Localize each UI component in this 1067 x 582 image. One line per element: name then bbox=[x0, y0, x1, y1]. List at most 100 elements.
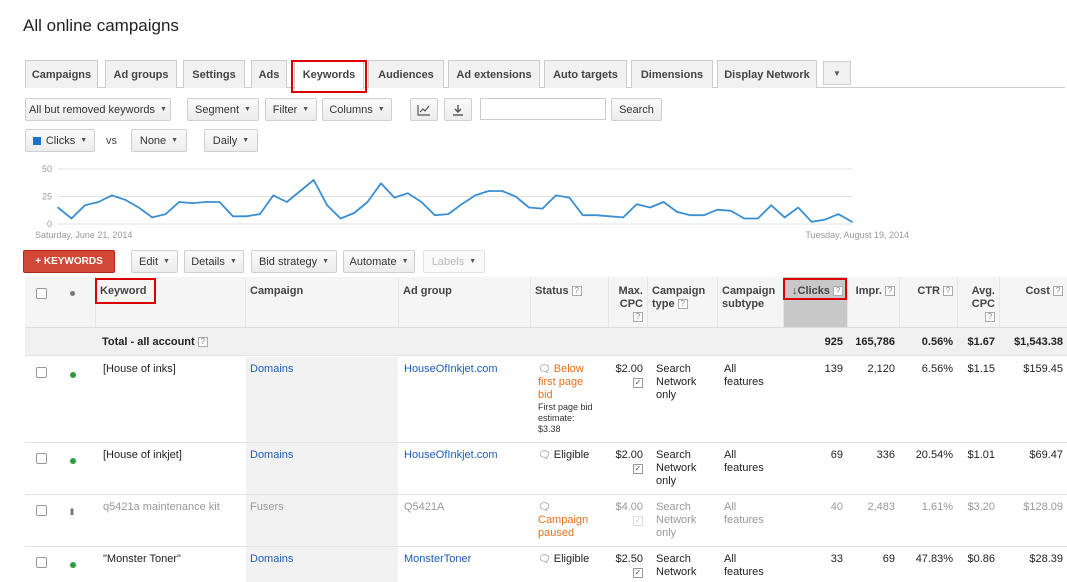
clicks-data-point[interactable] bbox=[111, 194, 113, 197]
clicks-data-point[interactable] bbox=[380, 182, 382, 185]
ad-group-cell[interactable]: MonsterToner bbox=[400, 547, 530, 582]
clicks-data-point[interactable] bbox=[743, 217, 746, 220]
cost-column-header[interactable]: Cost ? bbox=[999, 277, 1067, 327]
ad-group-link[interactable]: Q5421A bbox=[404, 501, 444, 513]
campaign-link[interactable]: Domains bbox=[250, 553, 293, 565]
ad-group-link[interactable]: HouseOfInkjet.com bbox=[404, 449, 498, 461]
clicks-data-point[interactable] bbox=[339, 217, 342, 220]
clicks-data-point[interactable] bbox=[447, 213, 450, 215]
campaign-subtype-column-header[interactable]: Campaign subtype bbox=[717, 277, 783, 327]
campaign-cell[interactable]: Fusers bbox=[246, 495, 398, 546]
ctr-column-header[interactable]: CTR ? bbox=[899, 277, 957, 327]
details-dropdown[interactable]: Details ▼ bbox=[184, 250, 244, 273]
clicks-data-point[interactable] bbox=[649, 206, 651, 209]
clicks-data-point[interactable] bbox=[285, 201, 288, 203]
automate-dropdown[interactable]: Automate ▼ bbox=[343, 250, 415, 273]
clicks-data-point[interactable] bbox=[582, 214, 584, 216]
bid-strategy-dropdown[interactable]: Bid strategy ▼ bbox=[251, 250, 337, 273]
clicks-data-point[interactable] bbox=[137, 206, 140, 209]
clicks-data-point[interactable] bbox=[689, 214, 692, 216]
help-icon[interactable]: ? bbox=[571, 286, 582, 297]
clicks-data-point[interactable] bbox=[124, 199, 127, 201]
max-cpc-cell[interactable]: $2.00 ✓ bbox=[608, 443, 647, 494]
ad-group-cell[interactable]: HouseOfInkjet.com bbox=[400, 357, 530, 442]
toggle-graph-button[interactable] bbox=[410, 98, 438, 121]
ad-group-link[interactable]: MonsterToner bbox=[404, 553, 471, 565]
clicks-data-point[interactable] bbox=[716, 208, 719, 211]
status-column-header[interactable]: Status ? bbox=[530, 277, 608, 327]
clicks-data-point[interactable] bbox=[232, 215, 234, 218]
clicks-data-point[interactable] bbox=[326, 204, 328, 207]
campaign-link[interactable]: Fusers bbox=[250, 501, 284, 513]
clicks-data-point[interactable] bbox=[97, 201, 100, 203]
help-icon[interactable]: ? bbox=[943, 286, 953, 297]
ad-group-link[interactable]: HouseOfInkjet.com bbox=[404, 363, 498, 375]
max-cpc-cell[interactable]: $2.50 ✓ bbox=[608, 547, 647, 582]
clicks-data-point[interactable] bbox=[555, 194, 557, 197]
clicks-data-point[interactable] bbox=[353, 212, 355, 214]
tab-keywords[interactable]: Keywords bbox=[291, 60, 367, 93]
clicks-data-point[interactable] bbox=[528, 206, 530, 209]
campaign-column-header[interactable]: Campaign bbox=[245, 277, 398, 327]
filter-dropdown[interactable]: Filter ▼ bbox=[265, 98, 317, 121]
clicks-data-point[interactable] bbox=[407, 192, 409, 194]
search-button[interactable]: Search bbox=[611, 98, 662, 121]
clicks-data-point[interactable] bbox=[312, 179, 315, 181]
max-cpc-cell[interactable]: $2.00 ✓ bbox=[608, 357, 647, 442]
search-input[interactable] bbox=[480, 98, 606, 120]
max-cpc-column-header[interactable]: Max. CPC ? bbox=[608, 277, 647, 327]
clicks-data-point[interactable] bbox=[837, 213, 840, 215]
speech-bubble-icon[interactable]: 🗨 bbox=[538, 554, 551, 565]
clicks-data-point[interactable] bbox=[756, 217, 759, 220]
help-icon[interactable]: ? bbox=[677, 299, 688, 310]
clicks-data-point[interactable] bbox=[487, 190, 490, 192]
add-keywords-button[interactable]: + KEYWORDS bbox=[23, 250, 115, 273]
row-checkbox[interactable] bbox=[36, 367, 47, 378]
clicks-data-point[interactable] bbox=[608, 215, 611, 218]
clicks-data-point[interactable] bbox=[218, 201, 221, 203]
help-icon[interactable]: ? bbox=[1053, 286, 1063, 297]
clicks-data-point[interactable] bbox=[851, 221, 853, 223]
tab-ads[interactable]: Ads bbox=[251, 60, 287, 88]
clicks-data-point[interactable] bbox=[622, 216, 625, 219]
campaign-cell[interactable]: Domains bbox=[246, 357, 398, 442]
more-tabs-button[interactable]: ▼ bbox=[823, 61, 851, 85]
clicks-data-point[interactable] bbox=[635, 203, 638, 205]
campaign-cell[interactable]: Domains bbox=[246, 547, 398, 582]
tab-display-network[interactable]: Display Network bbox=[717, 60, 817, 88]
clicks-data-point[interactable] bbox=[70, 217, 73, 220]
keyword-scope-dropdown[interactable]: All but removed keywords ▼ bbox=[25, 98, 171, 121]
columns-dropdown[interactable]: Columns ▼ bbox=[322, 98, 392, 121]
clicks-data-point[interactable] bbox=[420, 201, 423, 203]
tab-ad-extensions[interactable]: Ad extensions bbox=[448, 60, 540, 88]
clicks-data-point[interactable] bbox=[84, 204, 86, 207]
clicks-data-point[interactable] bbox=[824, 218, 826, 221]
help-icon[interactable]: ? bbox=[633, 312, 643, 323]
clicks-data-point[interactable] bbox=[783, 216, 786, 219]
speech-bubble-icon[interactable]: 🗨 bbox=[538, 450, 551, 461]
clicks-data-point[interactable] bbox=[703, 214, 705, 216]
clicks-data-point[interactable] bbox=[514, 195, 517, 198]
metric1-dropdown[interactable]: Clicks ▼ bbox=[25, 129, 95, 152]
ad-group-cell[interactable]: Q5421A bbox=[400, 495, 530, 546]
tab-ad-groups[interactable]: Ad groups bbox=[105, 60, 177, 88]
clicks-data-point[interactable] bbox=[501, 190, 503, 192]
speech-bubble-icon[interactable]: 🗨 bbox=[538, 502, 551, 513]
clicks-data-point[interactable] bbox=[568, 196, 571, 199]
campaign-type-column-header[interactable]: Campaign type ? bbox=[647, 277, 717, 327]
help-icon[interactable]: ? bbox=[197, 337, 208, 348]
select-all-checkbox[interactable] bbox=[36, 288, 47, 299]
clicks-data-point[interactable] bbox=[205, 201, 207, 203]
max-cpc-cell[interactable]: $4.00 ✓ bbox=[608, 495, 647, 546]
clicks-data-point[interactable] bbox=[164, 213, 167, 215]
clicks-data-point[interactable] bbox=[393, 196, 396, 199]
clicks-data-point[interactable] bbox=[272, 194, 275, 197]
clicks-data-point[interactable] bbox=[730, 210, 732, 212]
clicks-data-point[interactable] bbox=[676, 211, 678, 213]
ad-group-cell[interactable]: HouseOfInkjet.com bbox=[400, 443, 530, 494]
clicks-data-point[interactable] bbox=[797, 206, 799, 209]
clicks-data-point[interactable] bbox=[460, 203, 463, 205]
clicks-data-point[interactable] bbox=[245, 215, 248, 218]
clicks-data-point[interactable] bbox=[191, 202, 194, 204]
clicks-data-point[interactable] bbox=[151, 216, 154, 219]
